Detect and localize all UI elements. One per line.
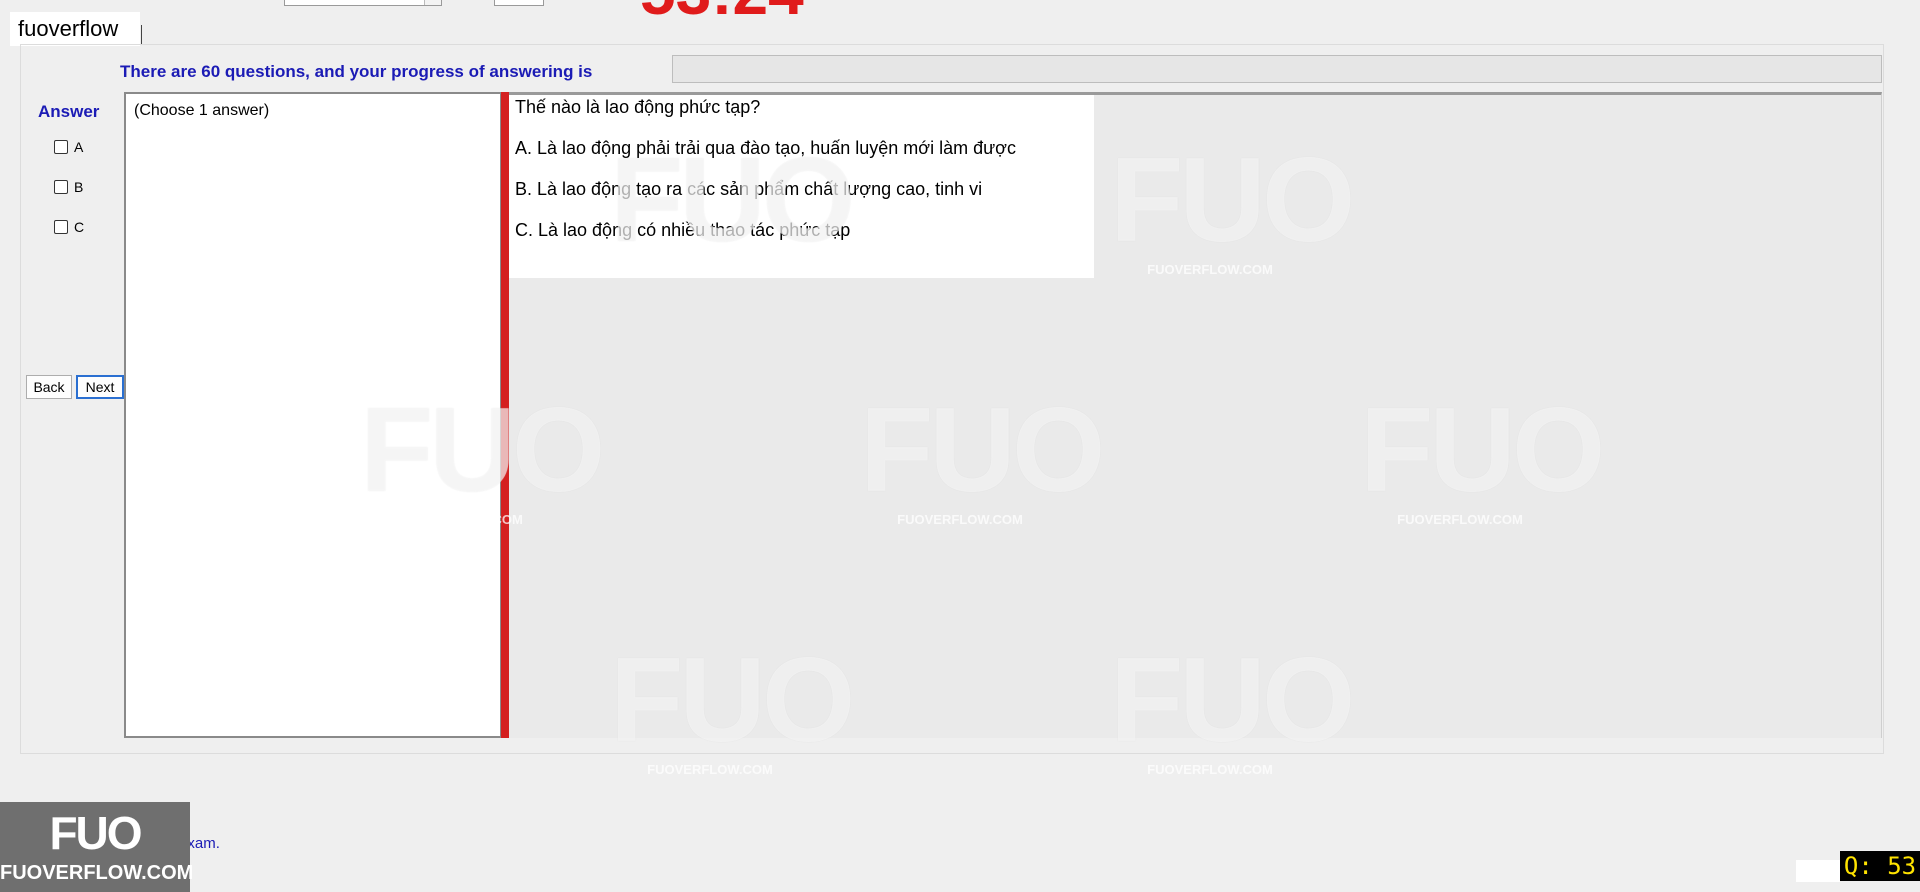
- answer-option-label: B: [74, 179, 84, 195]
- progress-bar: [672, 55, 1882, 83]
- splitter-handle[interactable]: [501, 92, 509, 738]
- exam-timer: 53:24: [640, 0, 804, 24]
- brand-tag: fuoverflow: [10, 12, 140, 46]
- question-card: Thế nào là lao động phức tạp? A. Là lao …: [509, 95, 1094, 278]
- back-button[interactable]: Back: [26, 375, 72, 399]
- fuo-logo-mark: FUO: [49, 807, 142, 859]
- top-dropdown[interactable]: [284, 0, 442, 6]
- answer-option-label: A: [74, 139, 84, 155]
- question-choice-c: C. Là lao động có nhiều thao tác phức tạ…: [515, 220, 851, 240]
- top-small-box[interactable]: [494, 0, 544, 6]
- answer-option-c[interactable]: C: [54, 219, 84, 235]
- checkbox-c[interactable]: [54, 220, 68, 234]
- answer-title: Answer: [38, 102, 100, 121]
- fuoverflow-logo-badge: FUO FUOVERFLOW.COM: [0, 802, 194, 892]
- text-caret: [141, 25, 142, 45]
- answer-option-a[interactable]: A: [54, 139, 83, 155]
- fuo-logo-site: FUOVERFLOW.COM: [0, 862, 194, 884]
- progress-label: There are 60 questions, and your progres…: [120, 62, 593, 81]
- answer-option-label: C: [74, 219, 85, 235]
- counter-spacer: [1796, 860, 1840, 882]
- answer-text-frame: (Choose 1 answer): [124, 92, 502, 738]
- answer-option-b[interactable]: B: [54, 179, 83, 195]
- checkbox-b[interactable]: [54, 180, 68, 194]
- question-choice-b: B. Là lao động tạo ra các sản phẩm chất …: [515, 179, 983, 199]
- chevron-down-icon[interactable]: [424, 0, 441, 5]
- choose-hint: (Choose 1 answer): [134, 102, 270, 119]
- question-text: Thế nào là lao động phức tạp?: [515, 97, 761, 117]
- next-button[interactable]: Next: [76, 375, 124, 399]
- question-choice-a: A. Là lao động phải trải qua đào tạo, hu…: [515, 138, 1016, 158]
- checkbox-a[interactable]: [54, 140, 68, 154]
- question-counter: Q: 53: [1840, 851, 1920, 881]
